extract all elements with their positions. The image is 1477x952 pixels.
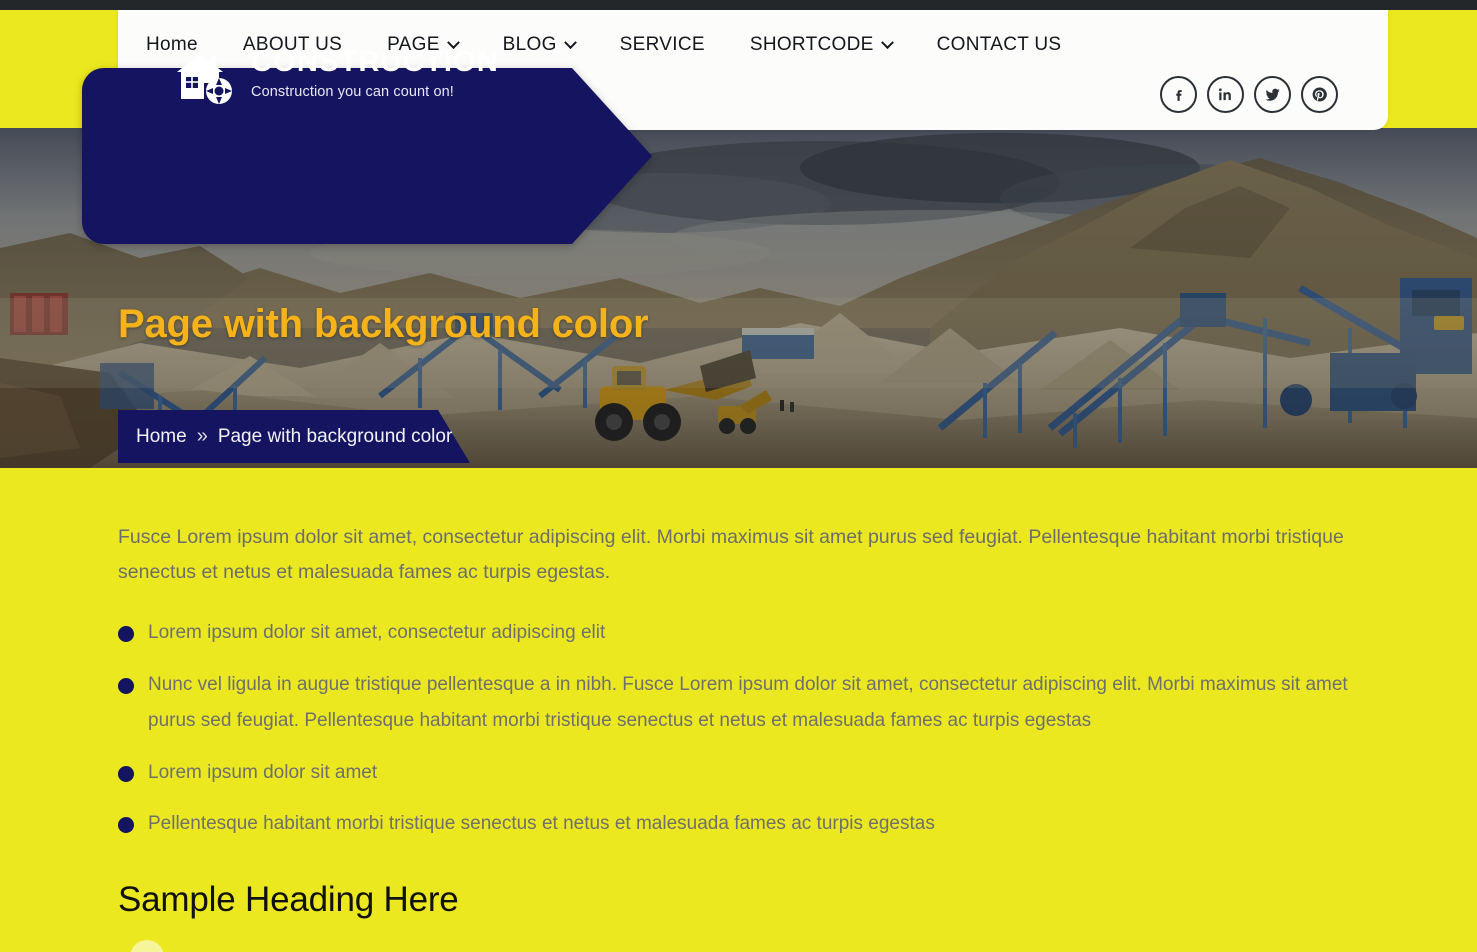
social-links	[1160, 76, 1338, 113]
list-item: Lorem ipsum dolor sit amet	[118, 755, 1348, 791]
chevron-down-icon	[880, 35, 894, 49]
twitter-link[interactable]	[1254, 76, 1291, 113]
nav-label: SHORTCODE	[749, 34, 874, 55]
house-gear-icon	[177, 54, 232, 104]
logo-lockup[interactable]: CONSTRUCTION Construction you can count …	[175, 47, 499, 107]
pinterest-icon	[1312, 87, 1327, 102]
partial-circle-below-fold	[130, 940, 164, 952]
section-heading: Sample Heading Here	[118, 880, 459, 919]
top-dark-bar	[0, 0, 1477, 10]
nav-label: BLOG	[502, 34, 557, 55]
nav-item-blog[interactable]: BLOG	[502, 28, 577, 62]
nav-item-service[interactable]: SERVICE	[620, 28, 705, 62]
list-item: Pellentesque habitant morbi tristique se…	[118, 806, 1348, 842]
nav-label: CONTACT US	[936, 34, 1062, 55]
brand-name: CONSTRUCTION	[251, 46, 500, 78]
page-title: Page with background color	[118, 302, 649, 346]
breadcrumb-separator-icon: »	[196, 425, 208, 447]
feature-list: Lorem ipsum dolor sit amet, consectetur …	[118, 615, 1359, 842]
nav-item-contact-us[interactable]: CONTACT US	[937, 28, 1062, 62]
linkedin-icon	[1219, 88, 1231, 101]
list-item: Nunc vel ligula in augue tristique pelle…	[118, 667, 1348, 738]
facebook-icon	[1176, 90, 1182, 101]
breadcrumb: Home » Page with background color	[118, 410, 478, 463]
main-content: Fusce Lorem ipsum dolor sit amet, consec…	[0, 468, 1477, 920]
breadcrumb-home-link[interactable]: Home	[136, 426, 187, 448]
nav-label: SERVICE	[619, 34, 705, 55]
nav-item-shortcode[interactable]: SHORTCODE	[749, 28, 894, 62]
page-root: Home ABOUT US PAGE BLOG SERVICE SHORTCOD…	[0, 0, 1477, 952]
brand-tagline: Construction you can count on!	[251, 84, 454, 101]
chevron-down-icon	[563, 35, 577, 49]
intro-paragraph: Fusce Lorem ipsum dolor sit amet, consec…	[118, 526, 1344, 583]
linkedin-link[interactable]	[1207, 76, 1244, 113]
pinterest-link[interactable]	[1301, 76, 1338, 113]
twitter-icon	[1265, 88, 1280, 101]
breadcrumb-current: Page with background color	[217, 425, 453, 447]
list-item: Lorem ipsum dolor sit amet, consectetur …	[118, 615, 1348, 651]
facebook-link[interactable]	[1160, 76, 1197, 113]
